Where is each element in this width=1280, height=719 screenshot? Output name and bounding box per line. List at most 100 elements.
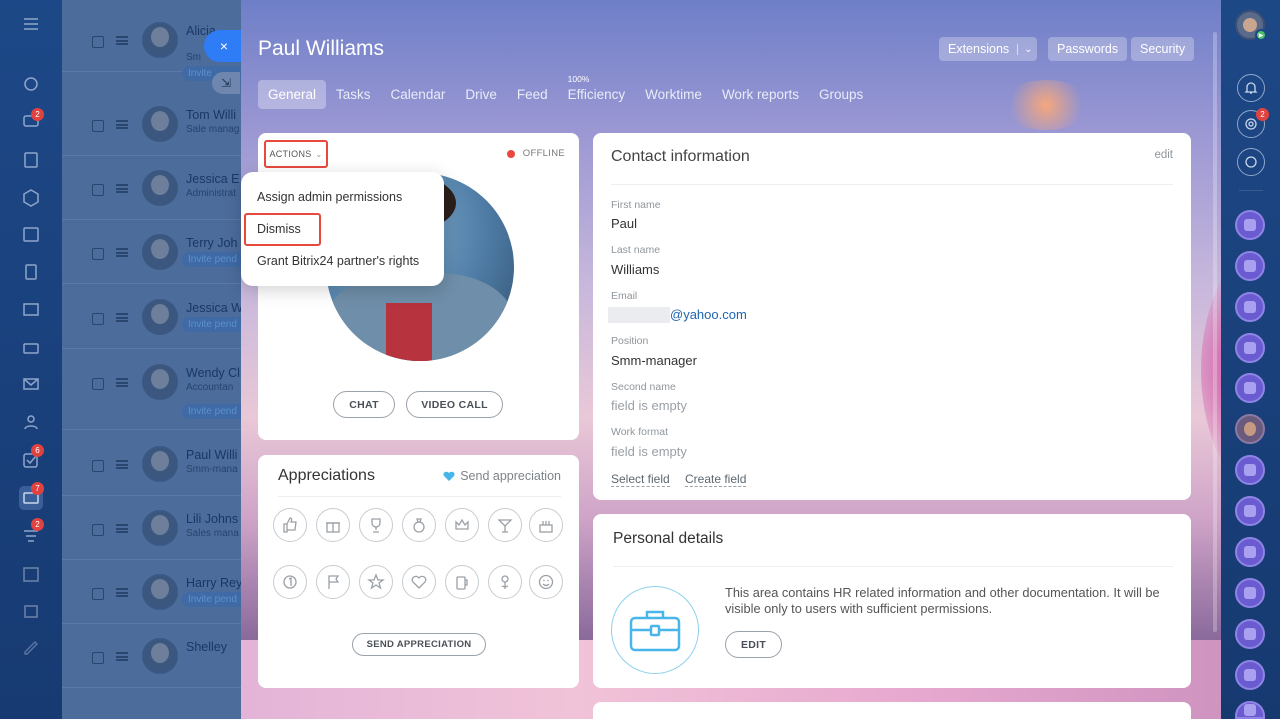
chat-contact-avatar[interactable] [1235,619,1265,649]
row-checkbox[interactable] [92,36,104,48]
chat-contact-avatar[interactable] [1235,292,1265,322]
tab-drive[interactable]: Drive [455,80,507,109]
board-icon[interactable] [19,298,43,322]
pulse-icon[interactable] [19,72,43,96]
star-icon[interactable] [359,565,393,599]
money-bag-icon[interactable] [402,508,436,542]
edit-contact-link[interactable]: edit [1154,149,1173,161]
drag-handle-icon[interactable] [116,378,128,387]
calendar-icon[interactable] [19,222,43,246]
gift-icon[interactable] [316,508,350,542]
list-item[interactable]: Tom Willi Sale manag [62,92,252,156]
list-item[interactable]: Jessica W Invite pend [62,285,252,349]
send-appreciation-button[interactable]: SEND APPRECIATION [352,633,486,656]
chat-contact-avatar[interactable] [1235,414,1265,444]
user-avatar[interactable]: ▶ [1235,10,1267,41]
crown-icon[interactable] [445,508,479,542]
list-item[interactable]: Wendy Cl Accountan Invite pend [62,350,252,430]
row-checkbox[interactable] [92,524,104,536]
chat-contact-avatar[interactable] [1235,251,1265,281]
trophy-icon[interactable] [359,508,393,542]
row-checkbox[interactable] [92,652,104,664]
chat-contact-avatar[interactable] [1235,373,1265,403]
schedule-icon[interactable] [19,562,43,586]
drive-icon[interactable] [19,336,43,360]
extensions-button[interactable]: Extensions ⌄ [939,37,1037,61]
chat-contact-avatar[interactable] [1235,496,1265,526]
tab-efficiency[interactable]: 100% Efficiency [558,74,636,109]
drag-handle-icon[interactable] [116,652,128,661]
feed-icon[interactable] [19,148,43,172]
chat-contact-avatar[interactable] [1235,578,1265,608]
drag-handle-icon[interactable] [116,36,128,45]
tab-calendar[interactable]: Calendar [381,80,456,109]
drag-handle-icon[interactable] [116,588,128,597]
actions-dropdown[interactable]: ACTIONS ⌄ [264,140,328,168]
row-checkbox[interactable] [92,248,104,260]
tab-feed[interactable]: Feed [507,80,558,109]
list-item[interactable]: Jessica E Administrat [62,156,252,220]
row-checkbox[interactable] [92,378,104,390]
video-call-button[interactable]: VIDEO CALL [406,391,503,418]
select-field-link[interactable]: Select field [611,472,670,487]
list-item[interactable]: Lili Johns Sales mana [62,496,252,560]
security-button[interactable]: Security [1131,37,1195,61]
cake-icon[interactable] [529,508,563,542]
row-checkbox[interactable] [92,313,104,325]
chevron-down-icon[interactable]: ⌄ [1017,43,1033,55]
chat-contact-avatar[interactable] [1235,210,1265,240]
chat-contact-avatar[interactable] [1235,537,1265,567]
menu-item-assign-admin[interactable]: Assign admin permissions [257,190,402,204]
drag-handle-icon[interactable] [116,248,128,257]
mail-icon[interactable] [19,372,43,396]
scrollbar[interactable] [1213,32,1217,632]
send-appreciation-link[interactable]: Send appreciation [443,469,561,483]
edit-personal-button[interactable]: EDIT [725,631,782,658]
hexagon-icon[interactable] [19,186,43,210]
bell-icon[interactable] [1237,74,1265,102]
email-link[interactable]: @yahoo.com [670,307,747,322]
tab-tasks[interactable]: Tasks [326,80,381,109]
tab-general[interactable]: General [258,80,327,109]
drag-handle-icon[interactable] [116,460,128,469]
list-item[interactable]: Terry Joh Invite pend [62,220,252,284]
flag-icon[interactable] [316,565,350,599]
drag-handle-icon[interactable] [116,184,128,193]
chat-contact-avatar[interactable] [1235,660,1265,690]
flower-icon[interactable] [488,565,522,599]
menu-item-dismiss[interactable]: Dismiss [257,222,301,236]
menu-icon[interactable] [19,12,43,36]
tab-work-reports[interactable]: Work reports [712,80,809,109]
heart-icon[interactable] [402,565,436,599]
drag-handle-icon[interactable] [116,120,128,129]
thumbs-up-icon[interactable] [273,508,307,542]
chat-button[interactable]: CHAT [333,391,395,418]
list-item[interactable]: Shelley [62,624,252,688]
document-icon[interactable] [19,260,43,284]
create-field-link[interactable]: Create field [685,472,747,487]
users-icon[interactable] [19,410,43,434]
tab-worktime[interactable]: Worktime [635,80,712,109]
list-item[interactable]: Paul Willi Smm-mana [62,432,252,496]
smile-icon[interactable] [529,565,563,599]
tab-groups[interactable]: Groups [809,80,873,109]
pen-icon[interactable] [19,634,43,658]
close-slider-button[interactable]: × [204,30,244,62]
chat-search-icon[interactable] [1237,148,1265,176]
number-one-icon[interactable] [273,565,307,599]
list-item[interactable]: Harry Rey Invite pend [62,560,252,624]
collapse-slider-button[interactable]: ⇲ [212,72,240,94]
row-checkbox[interactable] [92,120,104,132]
chat-contact-avatar[interactable] [1235,333,1265,363]
passwords-button[interactable]: Passwords [1048,37,1128,61]
row-checkbox[interactable] [92,588,104,600]
drag-handle-icon[interactable] [116,524,128,533]
chat-contact-avatar[interactable] [1235,701,1265,719]
beer-icon[interactable] [445,565,479,599]
row-checkbox[interactable] [92,184,104,196]
chat-contact-avatar[interactable] [1235,455,1265,485]
drag-handle-icon[interactable] [116,313,128,322]
menu-item-grant-partner[interactable]: Grant Bitrix24 partner's rights [257,254,419,268]
cocktail-icon[interactable] [488,508,522,542]
row-checkbox[interactable] [92,460,104,472]
